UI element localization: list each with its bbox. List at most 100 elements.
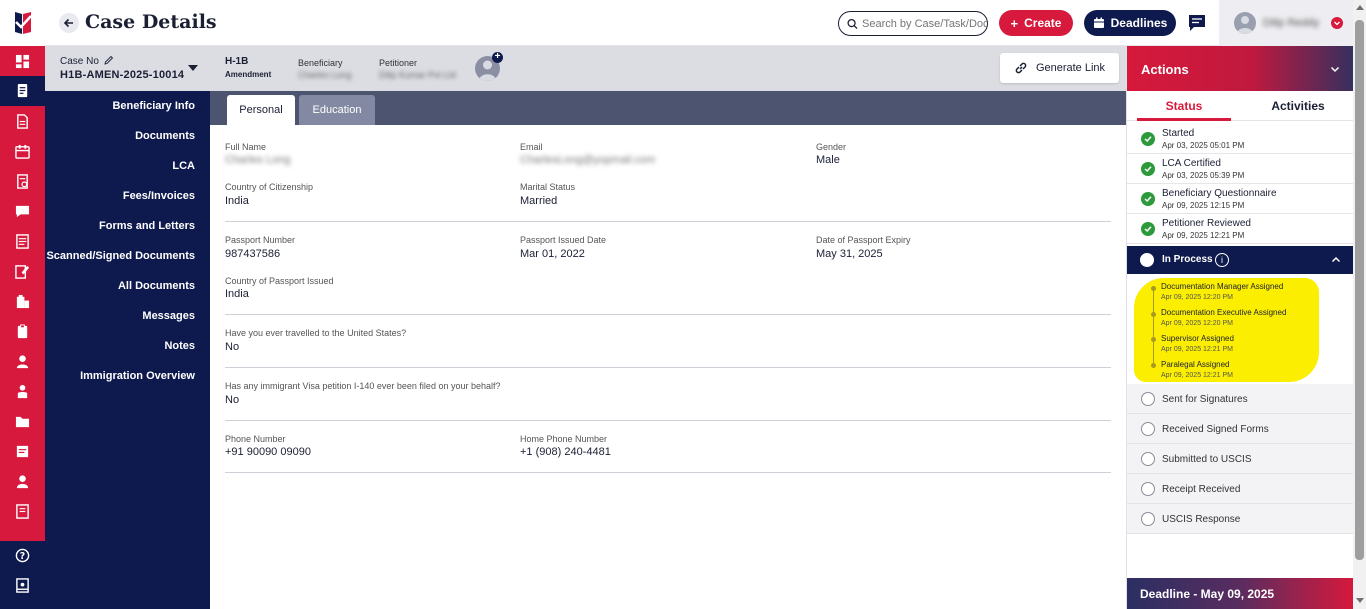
back-button[interactable] xyxy=(59,13,79,33)
visa-subtype: Amendment xyxy=(225,70,272,79)
search-input[interactable] xyxy=(862,17,987,30)
user-icon[interactable] xyxy=(14,353,31,370)
divider xyxy=(225,420,1111,421)
phone-label: Phone Number xyxy=(225,434,286,444)
scroll-down-icon[interactable] xyxy=(1356,598,1364,603)
case-dropdown-icon[interactable] xyxy=(188,65,198,71)
status-step: Sent for Signatures xyxy=(1127,384,1354,414)
status-step: Started Apr 03, 2025 05:01 PM xyxy=(1127,124,1354,154)
beneficiary-value: Charles Long xyxy=(298,70,352,80)
user-icon xyxy=(1237,16,1253,34)
book-icon[interactable] xyxy=(14,503,31,520)
status-step: Petitioner Reviewed Apr 09, 2025 12:21 P… xyxy=(1127,214,1354,244)
scroll-thumb[interactable] xyxy=(1355,20,1364,560)
user-name: Dilip Reddy xyxy=(1263,17,1320,29)
link-icon xyxy=(1015,62,1027,74)
team-icon[interactable] xyxy=(14,383,31,400)
search-box[interactable] xyxy=(838,11,988,36)
tab-education[interactable]: Education xyxy=(299,95,375,125)
status-step-title: Receipt Received xyxy=(1162,484,1241,495)
profile-icon[interactable] xyxy=(14,473,31,490)
generate-link-label: Generate Link xyxy=(1035,62,1106,74)
i140-label: Has any immigrant Visa petition I-140 ev… xyxy=(225,381,501,391)
tab-status[interactable]: Status xyxy=(1137,99,1231,113)
visa-type: H-1B xyxy=(225,56,249,67)
create-button[interactable]: + Create xyxy=(999,10,1073,36)
nav-notes[interactable]: Notes xyxy=(164,340,195,352)
tab-activities[interactable]: Activities xyxy=(1253,99,1343,113)
folder-icon[interactable] xyxy=(14,413,31,430)
chat-icon[interactable] xyxy=(14,203,31,220)
note-icon[interactable] xyxy=(14,443,31,460)
passport-country-label: Country of Passport Issued xyxy=(225,276,334,286)
document-icon[interactable] xyxy=(14,113,31,130)
nav-documents[interactable]: Documents xyxy=(135,130,195,142)
nav-fees-invoices[interactable]: Fees/Invoices xyxy=(123,190,195,202)
top-header: Case Details + Create Deadlines Dilip Re… xyxy=(45,0,1353,46)
passport-expiry-label: Date of Passport Expiry xyxy=(816,235,911,245)
substep-title: Documentation Executive Assigned xyxy=(1161,308,1287,317)
chevron-down-icon[interactable] xyxy=(1331,17,1343,29)
home-phone-label: Home Phone Number xyxy=(520,434,608,444)
substep-title: Supervisor Assigned xyxy=(1161,334,1234,343)
chevron-down-icon[interactable] xyxy=(1330,64,1340,74)
calendar-icon xyxy=(1093,17,1104,28)
status-step-date: Apr 03, 2025 05:01 PM xyxy=(1162,141,1245,150)
actions-title: Actions xyxy=(1141,62,1189,77)
edit-icon[interactable] xyxy=(14,263,31,280)
user-menu[interactable]: Dilip Reddy xyxy=(1219,0,1353,46)
nav-scanned-signed[interactable]: Scanned/Signed Documents xyxy=(46,250,195,262)
divider xyxy=(225,314,1111,315)
messages-button[interactable] xyxy=(1187,13,1207,33)
in-process-step[interactable]: In Process i xyxy=(1127,246,1354,274)
search-icon xyxy=(847,18,858,29)
calendar-icon[interactable] xyxy=(14,143,31,160)
page-scrollbar[interactable] xyxy=(1353,0,1366,609)
status-step-title: Beneficiary Questionnaire xyxy=(1162,188,1277,199)
actions-header[interactable]: Actions xyxy=(1127,46,1354,91)
app-logo[interactable] xyxy=(0,0,45,46)
scroll-up-icon[interactable] xyxy=(1356,5,1364,10)
marital-status-value: Married xyxy=(520,195,558,207)
dashboard-icon[interactable] xyxy=(14,53,31,70)
substep-date: Apr 09, 2025 12:20 PM xyxy=(1161,320,1233,327)
beneficiary-label: Beneficiary xyxy=(298,58,343,68)
help-icon[interactable]: ? xyxy=(14,547,31,564)
empty-circle-icon xyxy=(1141,452,1155,466)
gender-value: Male xyxy=(816,154,840,166)
nav-lca[interactable]: LCA xyxy=(172,160,195,172)
substep-date: Apr 09, 2025 12:20 PM xyxy=(1161,294,1233,301)
empty-circle-icon xyxy=(1141,482,1155,496)
empty-circle-icon xyxy=(1141,422,1155,436)
passport-expiry-value: May 31, 2025 xyxy=(816,248,883,260)
passport-issued-value: Mar 01, 2022 xyxy=(520,248,585,260)
form-icon[interactable] xyxy=(14,233,31,250)
info-icon[interactable]: i xyxy=(1215,253,1229,267)
clipboard-icon[interactable] xyxy=(14,323,31,340)
pencil-icon[interactable] xyxy=(104,55,114,65)
case-icon[interactable] xyxy=(14,82,31,99)
empty-circle-icon xyxy=(1141,512,1155,526)
svg-text:?: ? xyxy=(20,551,25,562)
petitioner-label: Petitioner xyxy=(379,58,418,68)
nav-forms-letters[interactable]: Forms and Letters xyxy=(99,220,195,232)
tab-personal[interactable]: Personal xyxy=(227,95,295,125)
guide-icon[interactable] xyxy=(14,577,31,594)
chevron-up-icon[interactable] xyxy=(1331,255,1341,265)
building-icon[interactable] xyxy=(14,293,31,310)
add-user-icon[interactable]: + xyxy=(492,52,503,63)
timeline-dot xyxy=(1151,337,1156,342)
status-step-title: Sent for Signatures xyxy=(1162,394,1248,405)
travelled-us-label: Have you ever travelled to the United St… xyxy=(225,328,407,338)
nav-immigration-overview[interactable]: Immigration Overview xyxy=(80,370,195,382)
report-icon[interactable] xyxy=(14,173,31,190)
nav-messages[interactable]: Messages xyxy=(142,310,195,322)
status-step-title: LCA Certified xyxy=(1162,158,1221,169)
passport-issued-label: Passport Issued Date xyxy=(520,235,607,245)
nav-all-documents[interactable]: All Documents xyxy=(118,280,195,292)
tabs-bar: Personal Education xyxy=(210,91,1126,125)
nav-beneficiary-info[interactable]: Beneficiary Info xyxy=(112,100,195,112)
deadlines-button[interactable]: Deadlines xyxy=(1084,10,1176,36)
generate-link-button[interactable]: Generate Link xyxy=(1000,53,1119,83)
timeline-line xyxy=(1153,288,1154,368)
